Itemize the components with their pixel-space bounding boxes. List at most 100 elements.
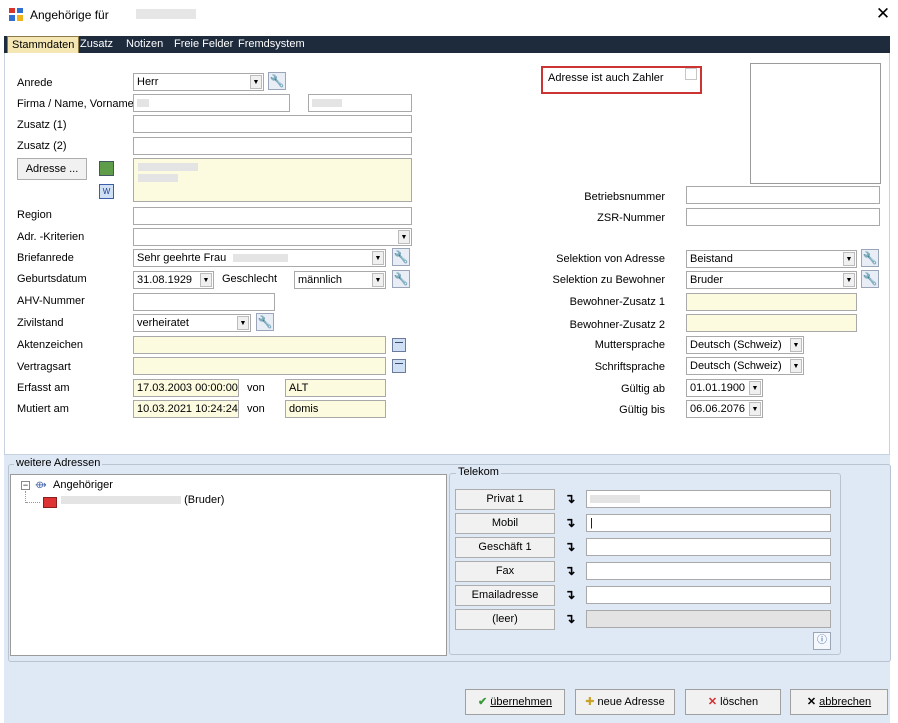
tab-notizen[interactable]: Notizen [122,36,167,53]
aktenzeichen-field[interactable] [133,336,386,354]
gueltig-ab-picker[interactable]: 01.01.1900 ▼ [686,379,763,397]
tab-label: Stammdaten [12,39,75,51]
delete-icon: ✕ [707,696,718,708]
schriftsprache-label: Schriftsprache [594,361,665,373]
person-icon [43,497,57,508]
selektion-von-select[interactable]: Beistand ▼ [686,250,857,268]
zusatz2-field[interactable] [133,137,412,155]
telekom-label: Fax [495,565,515,577]
collapse-icon[interactable]: − [21,481,30,490]
telekom-privat1-button[interactable]: Privat 1 [455,489,555,510]
tree-child-item[interactable]: (Bruder) [61,494,224,506]
gueltig-bis-label: Gültig bis [619,404,665,416]
uebernehmen-label: übernehmen [490,696,553,708]
close-icon[interactable]: ✕ [872,3,894,25]
window-title: Angehörige für [30,8,109,22]
loeschen-button[interactable]: ✕ löschen [685,689,781,715]
schriftsprache-value: Deutsch (Schweiz) [690,360,782,372]
wrench-icon[interactable]: 🔧 [256,313,274,331]
abbrechen-button[interactable]: ✕ abbrechen [790,689,888,715]
betriebsnummer-label: Betriebsnummer [584,191,665,203]
gueltig-bis-picker[interactable]: 06.06.2076 ▼ [686,400,763,418]
region-label: Region [17,209,52,221]
tab-zusatz[interactable]: Zusatz [76,36,117,53]
photo-frame[interactable] [750,63,881,184]
address-tree[interactable]: − ⟴ Angehöriger (Bruder) [10,474,447,656]
bewohner-zusatz2-field[interactable] [686,314,857,332]
anrede-select[interactable]: Herr ▼ [133,73,264,91]
briefanrede-select[interactable]: Sehr geehrte Frau ▼ [133,249,386,267]
chevron-down-icon[interactable]: ▼ [749,381,761,395]
region-field[interactable] [133,207,412,225]
betriebsnummer-field[interactable] [686,186,880,204]
tab-fremdsystem[interactable]: Fremdsystem [234,36,309,53]
zivilstand-select[interactable]: verheiratet ▼ [133,314,251,332]
telekom-email-button[interactable]: Emailadresse [455,585,555,606]
info-icon[interactable]: ⓘ [813,632,831,650]
dial-arrow-icon[interactable]: ↴ [561,490,579,508]
telekom-mobil-button[interactable]: Mobil [455,513,555,534]
telekom-fax-button[interactable]: Fax [455,561,555,582]
telekom-leer-button[interactable]: (leer) [455,609,555,630]
cancel-icon: ✕ [806,696,817,708]
schriftsprache-select[interactable]: Deutsch (Schweiz) ▼ [686,357,804,375]
geschlecht-select[interactable]: männlich ▼ [294,271,386,289]
telekom-geschaeft1-field[interactable] [586,538,831,556]
word-icon[interactable]: W [99,184,114,199]
chevron-down-icon[interactable]: ▼ [790,359,802,373]
lookup-icon[interactable] [392,338,406,352]
muttersprache-select[interactable]: Deutsch (Schweiz) ▼ [686,336,804,354]
wrench-icon[interactable]: 🔧 [861,270,879,288]
vertragsart-field[interactable] [133,357,386,375]
ahv-label: AHV-Nummer [17,295,85,307]
telekom-privat1-field[interactable] [586,490,831,508]
tab-freie-felder[interactable]: Freie Felder [170,36,237,53]
telekom-mobil-field[interactable]: | [586,514,831,532]
dial-arrow-icon[interactable]: ↴ [561,514,579,532]
dial-arrow-icon[interactable]: ↴ [561,562,579,580]
selektion-zu-select[interactable]: Bruder ▼ [686,271,857,289]
geschlecht-value: männlich [298,274,343,286]
tab-stammdaten[interactable]: Stammdaten [7,36,80,53]
dial-arrow-icon[interactable]: ↴ [561,610,579,628]
dial-arrow-icon[interactable]: ↴ [561,586,579,604]
adresse-button[interactable]: Adresse ... [17,158,87,180]
wrench-icon[interactable]: 🔧 [392,270,410,288]
zahler-checkbox[interactable] [685,68,697,80]
telekom-geschaeft1-button[interactable]: Geschäft 1 [455,537,555,558]
chevron-down-icon[interactable]: ▼ [372,273,384,287]
chevron-down-icon[interactable]: ▼ [200,273,212,287]
zusatz1-field[interactable] [133,115,412,133]
chevron-down-icon[interactable]: ▼ [398,230,410,244]
wrench-icon[interactable]: 🔧 [268,72,286,90]
uebernehmen-button[interactable]: ✔ übernehmen [465,689,565,715]
geburtsdatum-value: 31.08.1929 [137,274,193,286]
zsr-field[interactable] [686,208,880,226]
chevron-down-icon[interactable]: ▼ [250,75,262,89]
bewohner-zusatz1-field[interactable] [686,293,857,311]
chevron-down-icon[interactable]: ▼ [843,273,855,287]
telekom-email-field[interactable] [586,586,831,604]
chevron-down-icon[interactable]: ▼ [843,252,855,266]
map-icon[interactable] [99,161,114,176]
geburtsdatum-picker[interactable]: 31.08.1929 ▼ [133,271,214,289]
adresse-textarea[interactable] [133,158,412,202]
name-field[interactable] [133,94,290,112]
vorname-field[interactable] [308,94,412,112]
neue-adresse-button[interactable]: ✚ neue Adresse [575,689,675,715]
chevron-down-icon[interactable]: ▼ [790,338,802,352]
telekom-fax-field[interactable] [586,562,831,580]
adr-kriterien-select[interactable]: ▼ [133,228,412,246]
ahv-field[interactable] [133,293,275,311]
briefanrede-label: Briefanrede [17,252,74,264]
dial-arrow-icon[interactable]: ↴ [561,538,579,556]
chevron-down-icon[interactable]: ▼ [749,402,761,416]
check-icon: ✔ [477,696,488,708]
chevron-down-icon[interactable]: ▼ [372,251,384,265]
lookup-icon[interactable] [392,359,406,373]
chevron-down-icon[interactable]: ▼ [237,316,249,330]
telekom-label: Emailadresse [471,589,539,601]
adresse-button-label: Adresse ... [25,163,79,175]
wrench-icon[interactable]: 🔧 [861,249,879,267]
wrench-icon[interactable]: 🔧 [392,248,410,266]
